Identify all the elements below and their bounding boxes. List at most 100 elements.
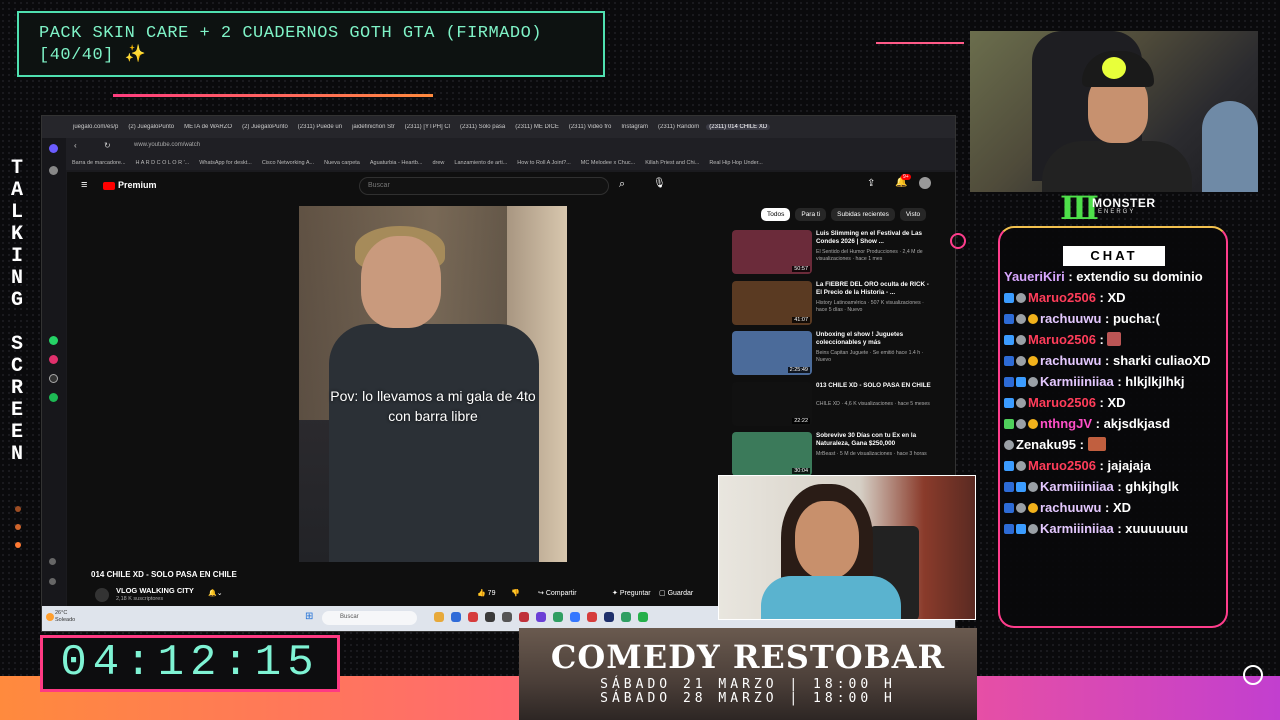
bookmark-item[interactable]: Nueva carpeta xyxy=(324,160,360,166)
bookmark-item[interactable]: Barra de marcadore... xyxy=(72,160,126,166)
recommended-title[interactable]: Unboxing el show ! Juguetes coleccionabl… xyxy=(816,331,931,347)
taskbar-app-icon[interactable] xyxy=(485,612,495,622)
save-button[interactable]: ▢ Guardar xyxy=(659,589,693,597)
search-input[interactable]: Buscar xyxy=(359,177,609,195)
url-text[interactable]: www.youtube.com/watch xyxy=(134,142,200,148)
browser-tab[interactable]: jaidefinichon Str xyxy=(349,124,398,130)
reload-icon[interactable]: ↻ xyxy=(104,141,111,150)
recommended-video[interactable]: 22:22 013 CHILE XD - SOLO PASA EN CHILE CH… xyxy=(732,381,942,430)
bookmark-item[interactable]: Cisco Networking A... xyxy=(262,160,314,166)
video-thumbnail[interactable]: 30:04 xyxy=(732,432,812,476)
chat-username[interactable]: Zenaku95 xyxy=(1016,437,1076,452)
menu-icon[interactable]: ≡ xyxy=(81,179,87,191)
taskbar-app-icon[interactable] xyxy=(434,612,444,622)
taskbar-app-icon[interactable] xyxy=(468,612,478,622)
bookmark-item[interactable]: Killah Priest and Chi... xyxy=(645,160,699,166)
windows-start-icon[interactable]: ⊞ xyxy=(305,611,313,622)
browser-tab[interactable]: (2311) ME DICE xyxy=(512,124,562,130)
mic-icon[interactable]: 🎙 xyxy=(653,178,666,189)
taskbar-app-icon[interactable] xyxy=(638,612,648,622)
search-icon[interactable]: ⌕ xyxy=(619,178,625,191)
video-thumbnail[interactable]: 50:57 xyxy=(732,230,812,274)
chat-username[interactable]: Maruo2506 xyxy=(1028,395,1096,410)
recommended-title[interactable]: La FIEBRE DEL ORO oculta de RICK - El Pr… xyxy=(816,281,931,297)
chat-username[interactable]: Karmiiiniiaa xyxy=(1040,374,1114,389)
chat-username[interactable]: Maruo2506 xyxy=(1028,458,1096,473)
create-icon[interactable]: ⇪ xyxy=(867,178,875,189)
spotify-icon[interactable] xyxy=(49,393,58,402)
chat-username[interactable]: Karmiiiniiaa xyxy=(1040,479,1114,494)
taskbar-app-icon[interactable] xyxy=(502,612,512,622)
youtube-logo[interactable]: Premium xyxy=(103,180,157,190)
whatsapp-icon[interactable] xyxy=(49,336,58,345)
chat-username[interactable]: rachuuwu xyxy=(1040,353,1101,368)
tiktok-icon[interactable] xyxy=(49,374,58,383)
chat-username[interactable]: YaueriKiri xyxy=(1004,269,1065,284)
filter-chip[interactable]: Subidas recientes xyxy=(831,208,895,221)
heart-icon[interactable] xyxy=(49,558,56,565)
taskbar-app-icon[interactable] xyxy=(621,612,631,622)
browser-tab[interactable]: (2311) Video fro xyxy=(566,124,614,130)
chat-username[interactable]: Karmiiiniiaa xyxy=(1040,521,1114,536)
share-button[interactable]: ↪ Compartir xyxy=(538,589,577,597)
opera-icon[interactable] xyxy=(49,144,58,153)
filter-chip[interactable]: Para ti xyxy=(795,208,827,221)
recommended-video[interactable]: 30:04 Sobrevive 30 Días con tu Ex en la N… xyxy=(732,432,942,480)
browser-tab[interactable]: (2311) Random xyxy=(655,124,702,130)
weather-widget[interactable]: 26°C Soleado xyxy=(55,610,75,624)
browser-tab[interactable]: (2311) [YTPH] Cl xyxy=(402,124,453,130)
recommended-title[interactable]: Sobrevive 30 Días con tu Ex en la Natura… xyxy=(816,432,931,448)
taskbar-app-icon[interactable] xyxy=(536,612,546,622)
taskbar-app-icon[interactable] xyxy=(604,612,614,622)
bookmark-item[interactable]: Real Hip Hop Under... xyxy=(709,160,763,166)
filter-chip[interactable]: Todos xyxy=(761,208,791,221)
browser-tab[interactable]: (2) JuegaloPunto xyxy=(239,124,291,130)
browser-tab[interactable]: (2311) 014 CHILE XD xyxy=(706,124,771,130)
channel-name[interactable]: VLOG WALKING CITY xyxy=(116,586,194,595)
notifications-bell-icon[interactable]: 🔔⌄ xyxy=(208,589,223,597)
taskbar-search[interactable]: Buscar xyxy=(322,611,417,625)
chat-username[interactable]: Maruo2506 xyxy=(1028,290,1096,305)
chat-username[interactable]: rachuuwu xyxy=(1040,311,1101,326)
dislike-icon[interactable]: 👎 xyxy=(511,589,520,597)
recommended-title[interactable]: 013 CHILE XD - SOLO PASA EN CHILE xyxy=(816,382,931,390)
home-icon[interactable] xyxy=(49,166,58,175)
chat-username[interactable]: Maruo2506 xyxy=(1028,332,1096,347)
bookmark-item[interactable]: MC Melodee x Chuc... xyxy=(581,160,635,166)
bookmark-item[interactable]: H A R D C O L O R '... xyxy=(136,160,190,166)
recommended-video[interactable]: 41:07 La FIEBRE DEL ORO oculta de RICK - … xyxy=(732,280,942,329)
instagram-icon[interactable] xyxy=(49,355,58,364)
taskbar-app-icon[interactable] xyxy=(451,612,461,622)
recommended-video[interactable]: 50:57 Luis Slimming en el Festival de Las… xyxy=(732,230,942,278)
recommended-title[interactable]: Luis Slimming en el Festival de Las Cond… xyxy=(816,230,931,246)
chat-username[interactable]: rachuuwu xyxy=(1040,500,1101,515)
bookmark-item[interactable]: WhatsApp for deskt... xyxy=(199,160,252,166)
taskbar-app-icon[interactable] xyxy=(519,612,529,622)
browser-tab[interactable]: (2) JuegaloPunto xyxy=(125,124,177,130)
avatar[interactable] xyxy=(919,177,931,189)
bookmark-item[interactable]: How to Roll A Joint?... xyxy=(517,160,571,166)
browser-tab[interactable]: juegalo.com/es/p xyxy=(70,124,121,130)
filter-chip[interactable]: Visto xyxy=(899,208,927,221)
video-thumbnail[interactable]: 2:25:49 xyxy=(732,331,812,375)
taskbar-app-icon[interactable] xyxy=(587,612,597,622)
recommended-video[interactable]: 2:25:49 Unboxing el show ! Juguetes colec… xyxy=(732,331,942,379)
back-icon[interactable]: ‹ xyxy=(74,141,77,150)
ask-button[interactable]: ✦ Preguntar xyxy=(612,589,651,597)
browser-tab[interactable]: (2311) Puede un xyxy=(295,124,345,130)
bookmark-item[interactable]: Aguaturbia - Heartb... xyxy=(370,160,423,166)
video-thumbnail[interactable]: 22:22 xyxy=(732,381,812,426)
taskbar-app-icon[interactable] xyxy=(553,612,563,622)
bookmark-item[interactable]: drew xyxy=(432,160,444,166)
video-thumbnail[interactable]: 41:07 xyxy=(732,280,812,325)
like-button[interactable]: 👍 79 xyxy=(477,589,495,597)
chat-username[interactable]: nthngJV xyxy=(1040,416,1092,431)
channel-avatar[interactable] xyxy=(95,588,109,602)
video-player[interactable]: Pov: lo llevamos a mi gala de 4to con ba… xyxy=(299,206,567,562)
address-bar[interactable]: ‹ ↻ www.youtube.com/watch xyxy=(42,138,955,156)
browser-tab[interactable]: (2311) Solo pasa xyxy=(457,124,508,130)
bookmark-item[interactable]: Lanzamiento de arti... xyxy=(454,160,507,166)
taskbar-app-icon[interactable] xyxy=(570,612,580,622)
browser-tab[interactable]: Instagram xyxy=(618,124,651,130)
history-icon[interactable] xyxy=(49,578,56,585)
